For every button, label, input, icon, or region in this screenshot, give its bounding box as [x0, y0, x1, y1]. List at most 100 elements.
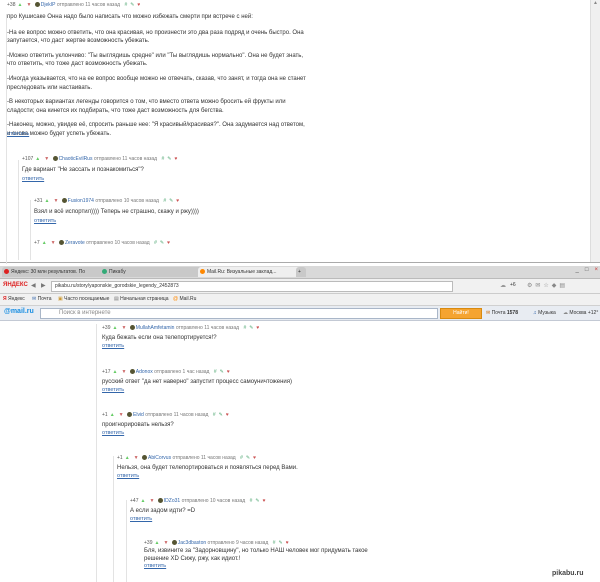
username[interactable]: MullahAmfetamin [136, 325, 175, 331]
minimize-icon[interactable]: _ [576, 267, 579, 273]
tab-label: Пикабу [109, 269, 126, 275]
downvote-icon[interactable]: ▼ [121, 325, 126, 331]
save-icon[interactable]: ✎ [220, 369, 224, 375]
bookmark-mail[interactable]: ✉ Почта [32, 296, 51, 302]
link-icon[interactable]: # [240, 455, 243, 461]
reply-link[interactable]: ответить [102, 343, 124, 349]
link-icon[interactable]: # [124, 2, 127, 8]
scroll-up-arrow[interactable]: ▲ [591, 0, 598, 6]
comment-text: Бля, извините за "Задорновщину", но толь… [144, 548, 368, 563]
save-icon[interactable]: ✎ [130, 2, 134, 8]
save-icon[interactable]: ✎ [249, 325, 253, 331]
reply-link[interactable]: ответить [7, 131, 29, 137]
downvote-icon[interactable]: ▼ [53, 198, 58, 204]
downvote-icon[interactable]: ▼ [121, 369, 126, 375]
comment-text: проигнорировать нельзя? [102, 422, 174, 428]
upvote-icon[interactable]: ▲ [17, 2, 22, 8]
reply-link[interactable]: ответить [102, 430, 124, 436]
new-tab-button[interactable]: + [296, 267, 306, 277]
mailru-search-input[interactable]: Поиск в интернете [40, 308, 438, 319]
upvote-icon[interactable]: ▲ [140, 498, 145, 504]
username[interactable]: ChaoticEvilRus [59, 156, 93, 162]
maximize-icon[interactable]: □ [585, 267, 589, 273]
search-button[interactable]: Найти! [440, 308, 482, 319]
save-icon[interactable]: ✎ [255, 498, 259, 504]
save-icon[interactable]: ✎ [169, 198, 173, 204]
flag-icon[interactable]: ♥ [253, 455, 256, 461]
link-icon[interactable]: # [213, 412, 216, 418]
url-field[interactable]: pikabu.ru/story/yaponskie_gorodskie_lege… [51, 281, 453, 292]
downvote-icon[interactable]: ▼ [119, 412, 124, 418]
flag-icon[interactable]: ♥ [286, 540, 289, 546]
flag-icon[interactable]: ♥ [256, 325, 259, 331]
weather-text: +6 [510, 282, 516, 288]
link-icon[interactable]: # [243, 325, 246, 331]
link-icon[interactable]: # [161, 156, 164, 162]
bookmark-frequent[interactable]: ▣ Часто посещаемые [58, 296, 109, 302]
upvote-icon[interactable]: ▲ [110, 412, 115, 418]
link-icon[interactable]: # [154, 240, 157, 246]
tab-yandex[interactable]: Яндекс: 30 млн результатов. По× [2, 267, 106, 277]
username[interactable]: IDZo31 [164, 498, 180, 504]
save-icon[interactable]: ✎ [246, 455, 250, 461]
upvote-icon[interactable]: ▲ [112, 369, 117, 375]
upvote-icon[interactable]: ▲ [112, 325, 117, 331]
back-icon[interactable]: ◀ [31, 282, 36, 289]
music-link[interactable]: ♫ Музыка [533, 310, 556, 316]
downvote-icon[interactable]: ▼ [149, 498, 154, 504]
flag-icon[interactable]: ♥ [227, 369, 230, 375]
flag-icon[interactable]: ♥ [226, 412, 229, 418]
save-icon[interactable]: ✎ [167, 156, 171, 162]
tab-pikabu[interactable]: Пикабу× [100, 267, 204, 277]
bookmark-home[interactable]: ▤ Начальная страница [114, 296, 169, 302]
reply-link[interactable]: ответить [144, 563, 166, 569]
bookmark-yandex[interactable]: Я Яндекс [3, 296, 25, 302]
mailru-favicon-icon [200, 269, 205, 274]
username[interactable]: Zeravote [65, 240, 85, 246]
downvote-icon[interactable]: ▼ [163, 540, 168, 546]
upvote-icon[interactable]: ▲ [35, 156, 40, 162]
downvote-icon[interactable]: ▼ [134, 455, 139, 461]
close-window-icon[interactable]: × [594, 267, 598, 273]
avatar [171, 540, 177, 546]
reply-link[interactable]: ответить [102, 387, 124, 393]
upvote-icon[interactable]: ▲ [44, 198, 49, 204]
comment-text: А если задом идти? =D [130, 508, 196, 514]
reply-link[interactable]: ответить [22, 176, 44, 182]
toolbar-icons[interactable]: ⚙✉☆◆▤ [527, 282, 568, 289]
upvote-icon[interactable]: ▲ [125, 455, 130, 461]
username[interactable]: AbiCorvus [148, 455, 171, 461]
comment-text: русский ответ "да нет наверно" запустит … [102, 379, 293, 385]
flag-icon[interactable]: ♥ [174, 156, 177, 162]
username[interactable]: DjekIP [41, 2, 56, 8]
save-icon[interactable]: ✎ [160, 240, 164, 246]
forward-icon[interactable]: ▶ [41, 282, 46, 289]
save-icon[interactable]: ✎ [279, 540, 283, 546]
upvote-icon[interactable]: ▲ [154, 540, 159, 546]
save-icon[interactable]: ✎ [219, 412, 223, 418]
flag-icon[interactable]: ♥ [137, 2, 140, 8]
link-icon[interactable]: # [214, 369, 217, 375]
downvote-icon[interactable]: ▼ [51, 240, 56, 246]
downvote-icon[interactable]: ▼ [44, 156, 49, 162]
weather-link[interactable]: ☁ Москва +12° [563, 310, 598, 316]
downvote-icon[interactable]: ▼ [26, 2, 31, 8]
reply-link[interactable]: ответить [34, 218, 56, 224]
link-icon[interactable]: # [163, 198, 166, 204]
flag-icon[interactable]: ♥ [176, 198, 179, 204]
username[interactable]: Elvid [133, 412, 144, 418]
username[interactable]: Jac3dbaston [178, 540, 206, 546]
username[interactable]: Fusion1974 [68, 198, 94, 204]
reply-link[interactable]: ответить [117, 473, 139, 479]
link-icon[interactable]: # [250, 498, 253, 504]
username[interactable]: Adonox [136, 369, 153, 375]
reply-link[interactable]: ответить [130, 516, 152, 522]
upvote-icon[interactable]: ▲ [42, 240, 47, 246]
flag-icon[interactable]: ♥ [167, 240, 170, 246]
bookmark-mailru[interactable]: @ Mail.Ru [173, 296, 196, 302]
link-icon[interactable]: # [273, 540, 276, 546]
mail-link[interactable]: ✉ Почта 1578 [486, 310, 518, 316]
flag-icon[interactable]: ♥ [263, 498, 266, 504]
tab-mailru[interactable]: Mail.Ru: Визуальные заклад...× [198, 267, 302, 277]
scrollbar-top[interactable]: ▲ [590, 0, 600, 262]
